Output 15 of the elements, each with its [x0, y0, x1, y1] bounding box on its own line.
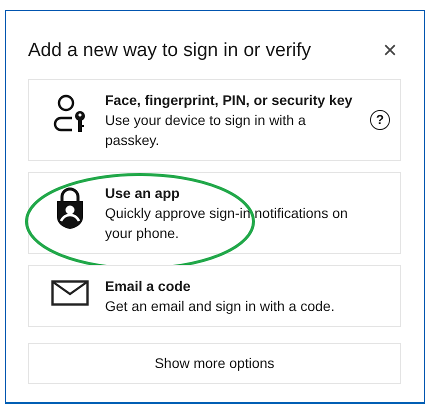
option-description: Get an email and sign in with a code.	[105, 297, 336, 316]
dialog-title: Add a new way to sign in or verify	[28, 39, 312, 63]
sign-in-option[interactable]: Email a code Get an email and sign in with a code.	[28, 265, 401, 327]
close-button[interactable]: ×	[378, 41, 401, 61]
show-more-options-button[interactable]: Show more options	[28, 343, 401, 384]
person-key-icon	[52, 94, 88, 134]
envelope-icon	[51, 280, 89, 306]
sign-in-option[interactable]: Use an app Quickly approve sign-in notifications on your phone.	[28, 172, 401, 254]
option-title: Email a code	[105, 277, 192, 296]
sign-in-option[interactable]: Face, fingerprint, PIN, or security key Use your device to sign in with a passkey. ?	[28, 79, 401, 161]
option-description: Quickly approve sign-in notifications on your phone.	[105, 204, 349, 243]
option-title: Face, fingerprint, PIN, or security key	[105, 91, 354, 110]
option-description: Use your device to sign in with a passkey.	[105, 111, 307, 150]
option-title: Use an app	[105, 184, 181, 203]
help-icon[interactable]: ?	[370, 110, 390, 130]
